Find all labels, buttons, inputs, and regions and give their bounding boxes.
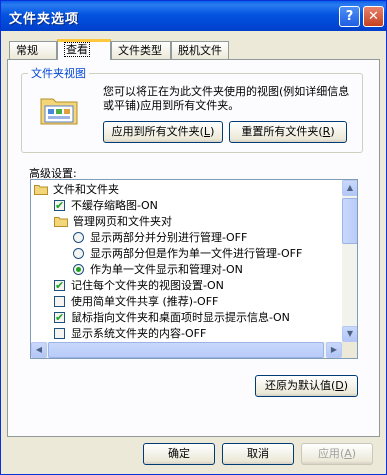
window-title: 文件夹选项 [9, 12, 80, 27]
checkbox[interactable] [54, 328, 65, 339]
tree-folder-files-and-folders: 文件和文件夹 [34, 182, 119, 198]
scroll-down-arrow-icon[interactable]: ▼ [342, 326, 357, 342]
scrollbar-corner [342, 342, 357, 358]
folder-icon [54, 217, 68, 227]
tree-item-simple-file-sharing[interactable]: 使用简单文件共享 (推荐)-OFF [54, 294, 218, 310]
apply-button[interactable]: 应用(A) [301, 443, 373, 465]
close-button[interactable]: ✕ [363, 6, 384, 27]
apply-to-all-folders-button[interactable]: 应用到所有文件夹(L) [103, 121, 223, 143]
checkbox[interactable] [54, 296, 65, 307]
reset-all-folders-button[interactable]: 重置所有文件夹(R) [229, 121, 347, 143]
checkbox[interactable]: ✔ [54, 199, 65, 212]
restore-defaults-button[interactable]: 还原为默认值(D) [255, 375, 358, 397]
tab-offline-files[interactable]: 脱机文件 [171, 41, 229, 59]
vertical-scrollbar[interactable]: ▲ ▼ [342, 180, 357, 342]
tree-item-show-system-folder-contents[interactable]: 显示系统文件夹的内容-OFF [54, 326, 206, 342]
radio-button[interactable] [73, 232, 84, 243]
tab-general[interactable]: 常规 [9, 41, 57, 59]
ok-button[interactable]: 确定 [143, 443, 215, 465]
folder-icon [34, 185, 48, 195]
tab-file-types[interactable]: 文件类型 [111, 41, 171, 59]
tree-radio-show-both-manage-separately[interactable]: 显示两部分并分别进行管理-OFF [73, 230, 247, 246]
tree-item-show-popup-description[interactable]: ✔ 鼠标指向文件夹和桌面项时显示提示信息-ON [54, 310, 290, 326]
close-icon: ✕ [368, 9, 379, 24]
scroll-right-arrow-icon[interactable]: ▶ [326, 342, 342, 358]
vertical-scroll-thumb[interactable] [342, 198, 357, 244]
folder-views-group-label: 文件夹视图 [28, 65, 89, 81]
scroll-left-arrow-icon[interactable]: ◀ [31, 342, 47, 358]
radio-button-selected[interactable] [73, 264, 84, 275]
folder-options-dialog: 文件夹选项 ? ✕ 常规 查看 文件类型 脱机文件 文件夹视图 您可以将正在为此… [0, 0, 387, 475]
tree-folder-manage-web-pairs: 管理网页和文件夹对 [54, 214, 172, 230]
title-bar[interactable]: 文件夹选项 ? ✕ [1, 1, 386, 31]
horizontal-scroll-thumb[interactable] [48, 342, 324, 358]
folder-views-description: 您可以将正在为此文件夹使用的视图(例如详细信息或平铺)应用到所有文件夹。 [103, 85, 350, 112]
folder-views-icon [40, 98, 78, 125]
tree-item-remember-view-settings[interactable]: ✔ 记住每个文件夹的视图设置-ON [54, 278, 224, 294]
scroll-up-arrow-icon[interactable]: ▲ [342, 180, 357, 196]
tree-radio-show-both-manage-single[interactable]: 显示两部分但是作为单一文件进行管理-OFF [73, 246, 302, 262]
advanced-settings-tree[interactable]: 文件和文件夹 ✔ 不缓存缩略图-ON 管理网页和文件夹对 显示两部分并分别进行管… [30, 179, 358, 359]
checkbox[interactable]: ✔ [54, 311, 65, 324]
tree-item-no-thumbnail-cache[interactable]: ✔ 不缓存缩略图-ON [54, 198, 158, 214]
tree-radio-single-file[interactable]: 作为单一文件显示和管理对-ON [73, 262, 243, 278]
horizontal-scrollbar[interactable]: ◀ ▶ [31, 342, 342, 358]
radio-button[interactable] [73, 248, 84, 259]
help-button[interactable]: ? [339, 6, 360, 27]
tab-strip: 常规 查看 文件类型 脱机文件 [9, 39, 379, 60]
cancel-button[interactable]: 取消 [222, 443, 294, 465]
tab-view[interactable]: 查看 [57, 39, 111, 60]
checkbox[interactable]: ✔ [54, 279, 65, 292]
